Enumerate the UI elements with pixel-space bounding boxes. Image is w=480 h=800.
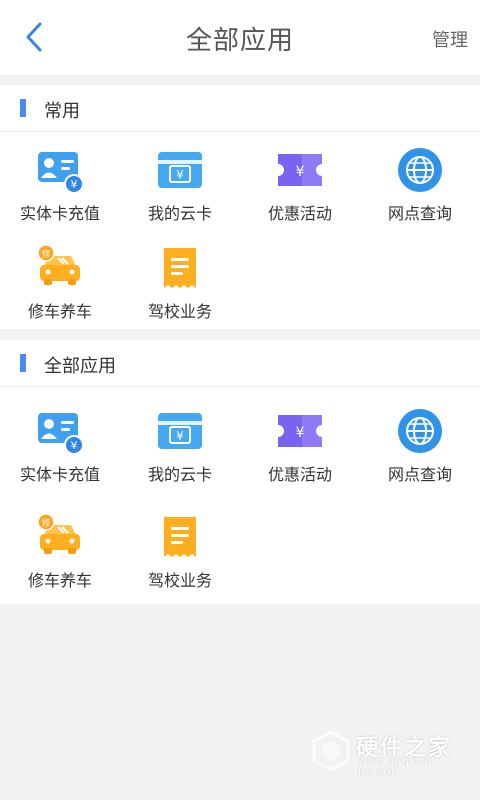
receipt-icon [164, 248, 196, 288]
page-title: 全部应用 [185, 26, 294, 56]
cloud-card-icon: ¥ [158, 413, 202, 449]
section-title: 常用 [44, 101, 80, 122]
svg-text:¥: ¥ [176, 429, 184, 443]
coupon-icon: ¥ [278, 154, 322, 186]
section-marker [20, 99, 26, 117]
app-driving-school[interactable]: 驾校业务 [120, 513, 240, 619]
app-coupon[interactable]: ¥ 优惠活动 [240, 407, 360, 513]
app-cloud-card[interactable]: ¥ 我的云卡 [120, 407, 240, 513]
svg-text:¥: ¥ [176, 168, 184, 182]
section-marker [20, 354, 26, 372]
app-outlet-search[interactable]: 网点查询 [360, 407, 480, 513]
app-label: 修车养车 [27, 302, 92, 321]
watermark-subtext: YING JIAN ZHI JIA.COM [358, 758, 433, 778]
car-repair-icon: 修 [37, 244, 80, 285]
app-coupon[interactable]: ¥ 优惠活动 [240, 146, 360, 244]
app-label: 网点查询 [387, 204, 452, 223]
globe-icon [398, 409, 442, 453]
svg-text:¥: ¥ [71, 439, 78, 452]
app-card-recharge[interactable]: ¥ 实体卡充值 [0, 407, 120, 513]
card-recharge-icon: ¥ [38, 152, 84, 194]
app-label: 优惠活动 [267, 204, 332, 223]
watermark-logo-icon [312, 730, 350, 772]
section-header: 常用 [0, 85, 480, 132]
globe-icon [398, 148, 442, 192]
app-car-repair[interactable]: 修 修车养车 [0, 513, 120, 619]
app-grid: ¥ 实体卡充值 ¥ 我的云卡 ¥ 优惠活动 网点查询 修 修车养车 驾校业务 [0, 387, 480, 619]
app-card-recharge[interactable]: ¥ 实体卡充值 [0, 146, 120, 244]
app-label: 实体卡充值 [19, 204, 100, 223]
app-label: 优惠活动 [267, 465, 332, 484]
app-outlet-search[interactable]: 网点查询 [360, 146, 480, 244]
car-repair-icon: 修 [37, 513, 80, 554]
svg-text:¥: ¥ [296, 425, 305, 441]
app-label: 我的云卡 [147, 204, 212, 223]
app-label: 驾校业务 [147, 302, 212, 321]
svg-text:¥: ¥ [71, 178, 78, 191]
manage-button[interactable]: 管理 [432, 26, 468, 52]
svg-text:修: 修 [41, 517, 50, 529]
app-label: 驾校业务 [147, 571, 212, 590]
card-recharge-icon: ¥ [38, 413, 84, 455]
svg-text:修: 修 [41, 248, 50, 260]
svg-text:¥: ¥ [296, 164, 305, 180]
app-driving-school[interactable]: 驾校业务 [120, 244, 240, 342]
all-apps-section: 全部应用 ¥ 实体卡充值 ¥ 我的云卡 ¥ 优惠活动 网点查询 修 修车养车 驾… [0, 340, 480, 604]
section-header: 全部应用 [0, 340, 480, 387]
app-label: 修车养车 [27, 571, 92, 590]
frequent-apps-section: 常用 ¥ 实体卡充值 ¥ 我的云卡 ¥ 优惠活动 网点查询 修 修车养车 驾校业… [0, 85, 480, 329]
top-bar: 全部应用 管理 [0, 0, 480, 75]
cloud-card-icon: ¥ [158, 152, 202, 188]
receipt-icon [164, 517, 196, 557]
app-label: 网点查询 [387, 465, 452, 484]
app-grid: ¥ 实体卡充值 ¥ 我的云卡 ¥ 优惠活动 网点查询 修 修车养车 驾校业务 [0, 132, 480, 342]
section-title: 全部应用 [44, 356, 116, 377]
app-car-repair[interactable]: 修 修车养车 [0, 244, 120, 342]
coupon-icon: ¥ [278, 415, 322, 447]
app-label: 我的云卡 [147, 465, 212, 484]
app-cloud-card[interactable]: ¥ 我的云卡 [120, 146, 240, 244]
app-label: 实体卡充值 [19, 465, 100, 484]
watermark: 硬件之家 YING JIAN ZHI JIA.COM [312, 728, 472, 778]
